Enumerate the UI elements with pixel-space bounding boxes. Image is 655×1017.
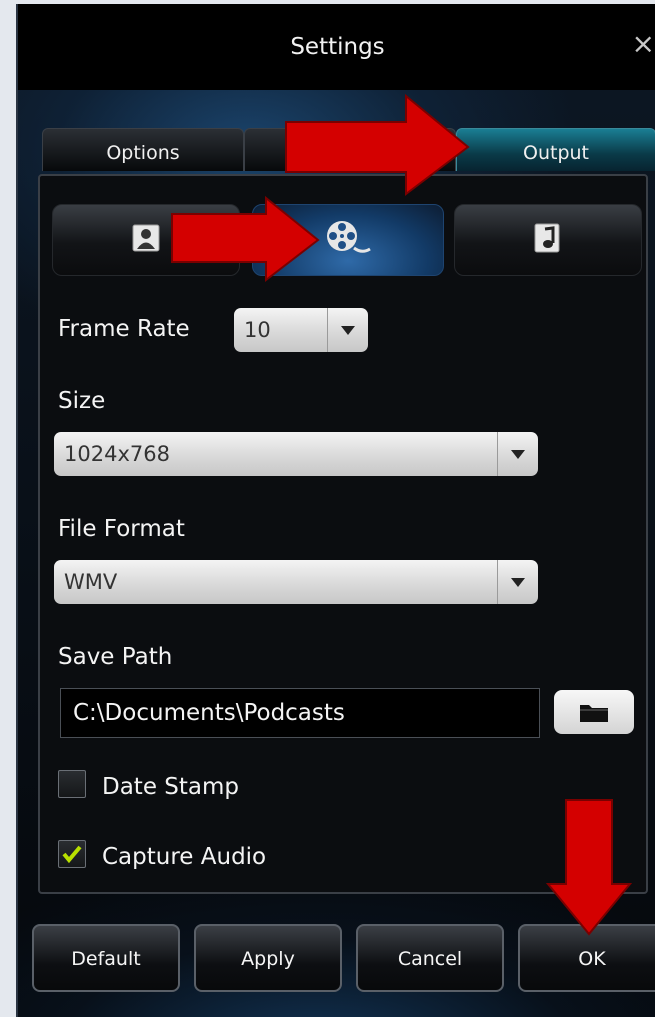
size-label: Size xyxy=(58,388,106,414)
frame-rate-label: Frame Rate xyxy=(58,316,190,342)
settings-window: Settings × Options Output Frame Rate 10 … xyxy=(16,4,655,1017)
close-icon[interactable]: × xyxy=(632,30,655,58)
default-button[interactable]: Default xyxy=(32,924,180,992)
output-panel: Frame Rate 10 Size 1024x768 File Format … xyxy=(38,174,648,894)
capture-audio-label: Capture Audio xyxy=(102,844,267,870)
check-mark-icon xyxy=(62,845,82,864)
chevron-down-icon[interactable] xyxy=(327,308,368,352)
chevron-down-icon[interactable] xyxy=(497,560,538,604)
title-bar: Settings × xyxy=(18,4,655,90)
folder-icon xyxy=(580,705,608,722)
date-stamp-label: Date Stamp xyxy=(102,774,240,800)
music-note-icon xyxy=(534,223,562,257)
tab-output[interactable]: Output xyxy=(456,128,655,171)
file-format-value: WMV xyxy=(64,570,118,594)
window-title: Settings xyxy=(290,34,385,60)
file-format-select[interactable]: WMV xyxy=(54,560,538,604)
save-path-label: Save Path xyxy=(58,644,173,670)
subtab-audio[interactable] xyxy=(454,204,642,276)
size-select[interactable]: 1024x768 xyxy=(54,432,538,476)
subtab-video[interactable] xyxy=(252,204,444,276)
capture-audio-checkbox[interactable] xyxy=(58,840,86,868)
chevron-down-icon[interactable] xyxy=(497,432,538,476)
browse-folder-button[interactable] xyxy=(554,690,634,734)
film-reel-icon xyxy=(324,218,372,262)
main-tabs: Options Output xyxy=(42,128,655,172)
save-path-input[interactable]: C:\Documents\Podcasts xyxy=(60,688,540,738)
date-stamp-checkbox[interactable] xyxy=(58,770,86,798)
cancel-button[interactable]: Cancel xyxy=(356,924,504,992)
frame-rate-value: 10 xyxy=(244,318,271,342)
apply-button[interactable]: Apply xyxy=(194,924,342,992)
subtab-image[interactable] xyxy=(52,204,240,276)
ok-button[interactable]: OK xyxy=(518,924,655,992)
person-icon xyxy=(132,224,160,256)
size-value: 1024x768 xyxy=(64,442,170,466)
tab-options[interactable]: Options xyxy=(42,128,244,171)
tab-middle[interactable] xyxy=(244,128,456,171)
frame-rate-select[interactable]: 10 xyxy=(234,308,368,352)
file-format-label: File Format xyxy=(58,516,185,542)
